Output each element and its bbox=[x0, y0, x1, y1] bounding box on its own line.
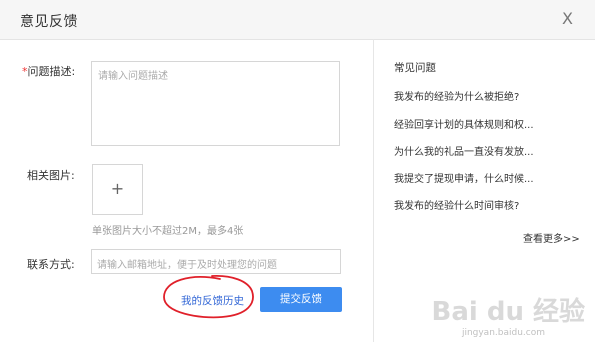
image-size-hint: 单张图片大小不超过2M，最多4张 bbox=[92, 226, 244, 237]
submit-feedback-button[interactable]: 提交反馈 bbox=[260, 287, 342, 312]
faq-title: 常见问题 bbox=[394, 62, 436, 74]
dialog-header: 意见反馈 X bbox=[0, 0, 595, 40]
dialog-title: 意见反馈 bbox=[20, 14, 78, 30]
faq-item[interactable]: 我发布的经验什么时间审核? bbox=[394, 197, 519, 212]
description-placeholder: 请输入问题描述 bbox=[98, 71, 168, 82]
contact-placeholder: 请输入邮箱地址，便于及时处理您的问题 bbox=[97, 260, 277, 271]
images-label: 相关图片: bbox=[27, 169, 75, 182]
description-textarea[interactable]: 请输入问题描述 bbox=[91, 61, 340, 146]
add-image-button[interactable]: + bbox=[92, 164, 143, 215]
faq-item[interactable]: 我发布的经验为什么被拒绝? bbox=[394, 88, 519, 103]
panel-divider bbox=[373, 39, 374, 342]
watermark-url: jingyan.baidu.com bbox=[461, 328, 545, 338]
faq-item[interactable]: 为什么我的礼品一直没有发放... bbox=[394, 143, 534, 158]
feedback-history-link[interactable]: 我的反馈历史 bbox=[181, 293, 244, 308]
close-button[interactable]: X bbox=[562, 9, 573, 28]
description-label: *问题描述: bbox=[22, 65, 76, 78]
contact-label: 联系方式: bbox=[27, 258, 75, 271]
contact-input[interactable]: 请输入邮箱地址，便于及时处理您的问题 bbox=[91, 249, 341, 274]
baidu-jingyan-watermark: Bai du 经验 bbox=[431, 297, 586, 327]
see-more-link[interactable]: 查看更多>> bbox=[523, 230, 580, 245]
faq-item[interactable]: 我提交了提现申请，什么时候... bbox=[394, 170, 534, 185]
feedback-dialog: 意见反馈 X *问题描述: 请输入问题描述 相关图片: + 单张图片大小不超过2… bbox=[0, 0, 595, 342]
faq-item[interactable]: 经验回享计划的具体规则和权... bbox=[394, 116, 534, 131]
plus-icon: + bbox=[110, 179, 125, 198]
